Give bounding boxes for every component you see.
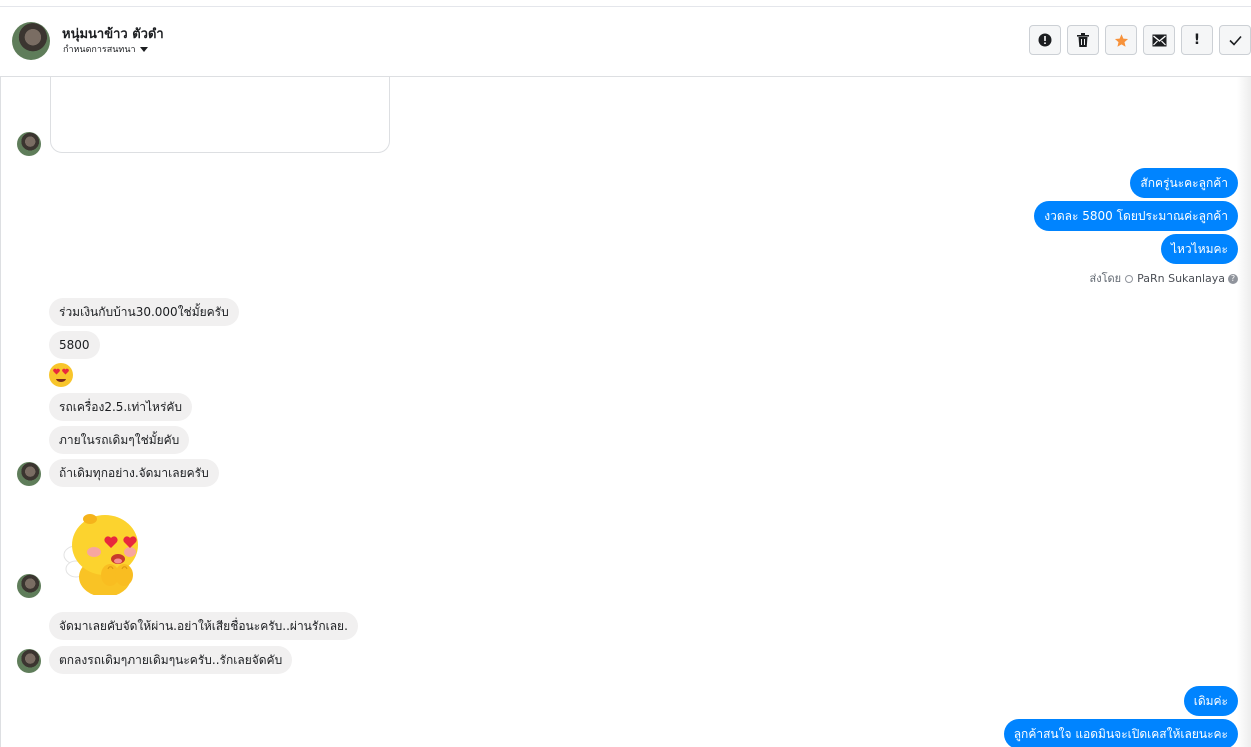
alert-button[interactable] — [1029, 25, 1061, 55]
star-icon — [1114, 33, 1128, 47]
incoming-message[interactable]: ร่วมเงินกับบ้าน30.000ใช่มั้ยครับ — [49, 298, 239, 326]
sent-by-info: ส่งโดย PaRn Sukanlaya? — [1090, 269, 1238, 287]
incoming-message[interactable]: ถ้าเดิมทุกอย่าง.จัดมาเลยครับ — [49, 459, 219, 487]
mark-unread-button[interactable] — [1143, 25, 1175, 55]
header-actions: ! — [1029, 25, 1251, 55]
check-icon — [1228, 35, 1242, 46]
heart-eyes-emoji-icon[interactable] — [48, 362, 74, 388]
sender-avatar[interactable] — [17, 649, 41, 673]
image-attachment[interactable] — [50, 77, 390, 153]
incoming-message[interactable]: 5800 — [49, 331, 100, 359]
conversation-header: หนุ่มนาข้าว ตัวดำ กำหนดการสนทนา ! — [0, 7, 1251, 77]
contact-avatar[interactable] — [12, 22, 50, 60]
exclamation-icon: ! — [1193, 32, 1201, 48]
sender-avatar[interactable] — [17, 462, 41, 486]
trash-icon — [1077, 33, 1089, 47]
outgoing-message[interactable]: เดิมค่ะ — [1183, 686, 1238, 716]
caret-down-icon — [139, 47, 148, 52]
star-button[interactable] — [1105, 25, 1137, 55]
delete-button[interactable] — [1067, 25, 1099, 55]
scroll-shadow — [1237, 76, 1251, 747]
conversation-options-label: กำหนดการสนทนา — [63, 45, 136, 55]
message-thread[interactable]: สักครู่นะคะลูกค้า งวดละ 5800 โดยประมาณค่… — [0, 77, 1251, 747]
love-sticker-icon[interactable] — [58, 509, 148, 595]
alert-icon — [1038, 33, 1052, 47]
outgoing-message[interactable]: ไหวไหมคะ — [1160, 234, 1238, 264]
status-dot-icon — [1125, 275, 1134, 283]
contact-name[interactable]: หนุ่มนาข้าว ตัวดำ — [62, 23, 164, 44]
sender-avatar[interactable] — [17, 574, 41, 598]
outgoing-message[interactable]: ลูกค้าสนใจ แอดมินจะเปิดเคสให้เลยนะคะ — [1003, 719, 1238, 747]
sent-by-name[interactable]: PaRn Sukanlaya — [1137, 272, 1225, 285]
incoming-message[interactable]: ตกลงรถเดิมๆภายเดิมๆนะครับ..รักเลยจัดคับ — [49, 646, 293, 674]
outgoing-message[interactable]: งวดละ 5800 โดยประมาณค่ะลูกค้า — [1034, 201, 1238, 231]
mail-icon — [1152, 34, 1166, 46]
incoming-message[interactable]: ภายในรถเดิมๆใช่มั้ยคับ — [49, 426, 190, 454]
done-button[interactable] — [1219, 25, 1251, 55]
spam-button[interactable]: ! — [1181, 25, 1213, 55]
top-strip — [0, 0, 1251, 7]
sender-avatar[interactable] — [17, 132, 41, 156]
incoming-message[interactable]: รถเครื่อง2.5.เท่าไหร่คับ — [49, 393, 193, 421]
outgoing-message[interactable]: สักครู่นะคะลูกค้า — [1130, 168, 1238, 198]
conversation-options[interactable]: กำหนดการสนทนา — [63, 42, 148, 56]
incoming-message[interactable]: จัดมาเลยคับจัดให้ผ่าน.อย่าให้เสียชื่อนะค… — [49, 612, 358, 640]
sent-by-label: ส่งโดย — [1089, 272, 1122, 285]
